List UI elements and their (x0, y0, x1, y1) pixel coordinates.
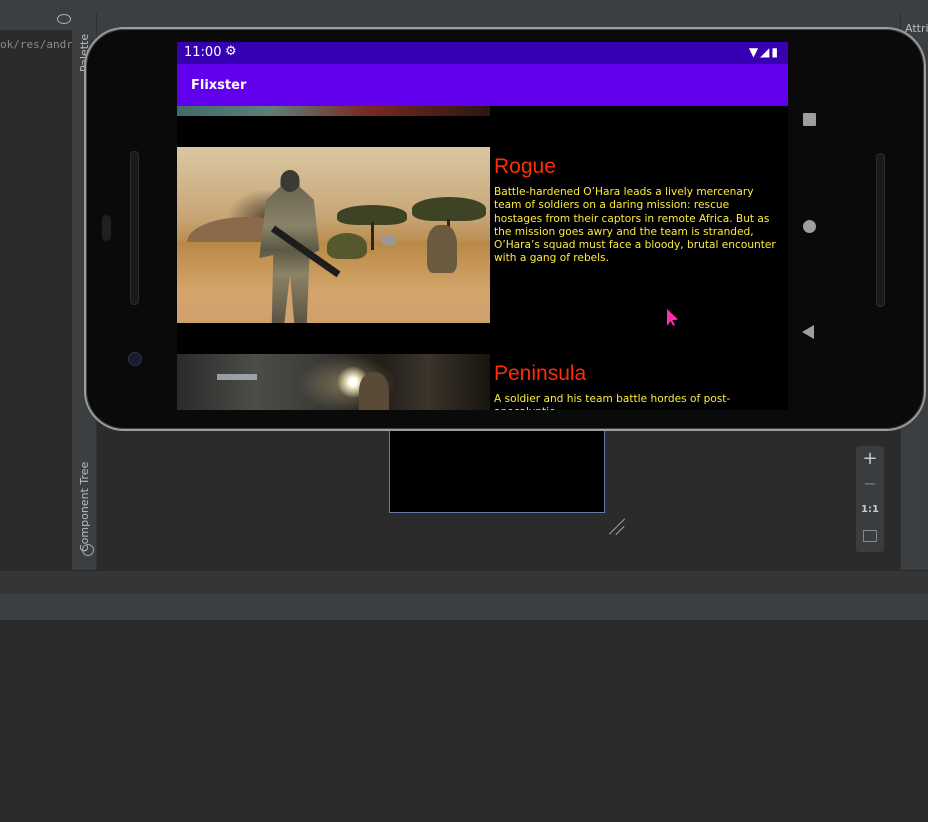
back-nav-icon[interactable] (802, 325, 814, 339)
editor-path-text: ok/res/andr (0, 38, 73, 51)
movie-poster-previous[interactable] (177, 106, 490, 116)
movie-poster[interactable] (177, 147, 490, 323)
ide-bottom-tab-bar[interactable] (0, 570, 928, 595)
zoom-controls: + − 1:1 (856, 446, 884, 552)
square-nav-icon[interactable] (803, 113, 816, 126)
home-nav-icon[interactable] (803, 220, 816, 233)
app-title: Flixster (191, 78, 247, 93)
zoom-fit-icon[interactable] (863, 530, 877, 542)
globe-icon[interactable] (82, 544, 94, 556)
movie-overview: A soldier and his team battle hordes of … (494, 393, 731, 410)
poster-tree (412, 197, 486, 221)
battery-icon: ▮ (771, 45, 780, 59)
gear-icon: ⚙ (225, 44, 237, 59)
phone-speaker-right (876, 153, 885, 307)
zoom-out-button[interactable]: − (856, 474, 884, 493)
movie-overview: Battle-hardened O’Hara leads a lively me… (494, 186, 776, 265)
ide-bottom-panel (0, 621, 928, 822)
poster-figure (359, 372, 389, 410)
poster-tree-trunk (371, 222, 374, 250)
wifi-icon: ▼ (748, 45, 761, 59)
status-time: 11:00 (184, 45, 222, 60)
device-screen[interactable]: 11:00 ⚙ ▼◢▮ Flixster Rogue Battle-harden… (177, 42, 788, 410)
front-camera-icon (128, 352, 142, 366)
poster-bush (327, 233, 367, 259)
ide-bottom-toolbar[interactable] (0, 594, 928, 621)
status-bar: 11:00 ⚙ ▼◢▮ (177, 42, 788, 64)
ide-title-bar (0, 0, 928, 12)
poster-hyena (427, 225, 457, 273)
status-indicators: ▼◢▮ (749, 45, 780, 59)
movie-title: Peninsula (494, 362, 587, 385)
movie-poster[interactable] (177, 354, 490, 410)
eye-icon[interactable] (57, 14, 71, 24)
resize-handle-icon[interactable] (608, 518, 626, 536)
phone-sensor-slot (102, 215, 111, 241)
editor-panel[interactable]: ok/res/andr (0, 30, 73, 570)
zoom-in-button[interactable]: + (856, 448, 884, 469)
poster-jeep (382, 235, 396, 245)
poster-light (217, 374, 257, 380)
signal-icon: ◢ (760, 45, 772, 59)
zoom-actual-size-button[interactable]: 1:1 (856, 504, 884, 515)
blueprint-preview[interactable] (389, 420, 605, 513)
app-bar: Flixster (177, 64, 788, 106)
phone-speaker-left (130, 151, 139, 305)
component-tree-tab[interactable]: Component Tree (78, 462, 91, 552)
movie-title: Rogue (494, 155, 556, 178)
